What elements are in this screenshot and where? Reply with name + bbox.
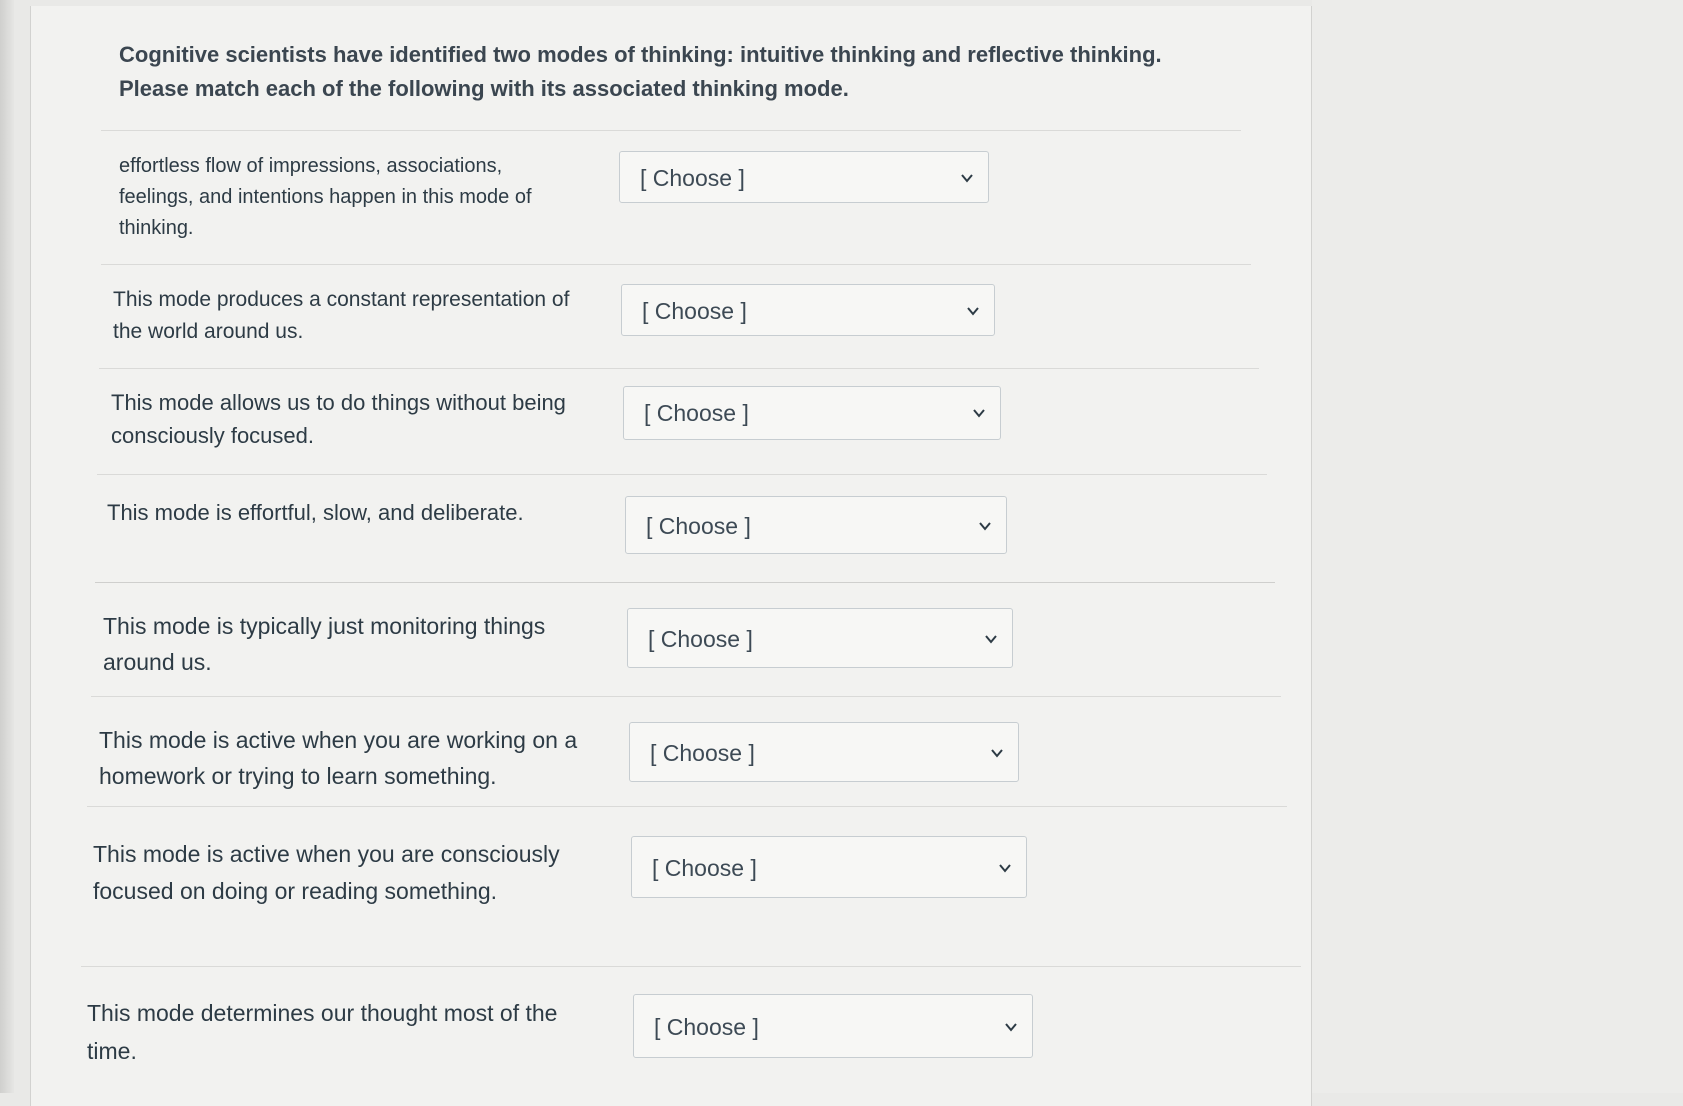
dropdown-selected-value: [ Choose ] [644, 400, 749, 426]
match-prompt: This mode is active when you are working… [99, 727, 578, 789]
answer-dropdown[interactable]: [ Choose ] [623, 386, 1001, 440]
dropdown-selected-value: [ Choose ] [642, 298, 747, 324]
question-text: Cognitive scientists have identified two… [119, 42, 1162, 101]
match-prompt: This mode is effortful, slow, and delibe… [107, 500, 524, 525]
chevron-down-icon [960, 171, 974, 185]
match-prompt: This mode is typically just monitoring t… [103, 613, 546, 675]
match-prompt: This mode is active when you are conscio… [93, 841, 560, 904]
divider [101, 264, 1251, 265]
chevron-down-icon [984, 632, 998, 646]
answer-dropdown[interactable]: [ Choose ] [625, 496, 1007, 554]
divider [101, 130, 1241, 131]
page-background-right [1312, 0, 1683, 1093]
dropdown-selected-value: [ Choose ] [640, 165, 745, 191]
dropdown-selected-value: [ Choose ] [650, 740, 755, 766]
chevron-down-icon [966, 304, 980, 318]
answer-dropdown[interactable]: [ Choose ] [631, 836, 1027, 898]
matching-question-panel: Cognitive scientists have identified two… [30, 6, 1312, 1106]
chevron-down-icon [978, 519, 992, 533]
match-prompt: effortless flow of impressions, associat… [119, 155, 532, 239]
chevron-down-icon [972, 406, 986, 420]
dropdown-selected-value: [ Choose ] [646, 513, 751, 539]
answer-dropdown[interactable]: [ Choose ] [627, 608, 1013, 668]
chevron-down-icon [1004, 1020, 1018, 1034]
divider [95, 582, 1275, 583]
divider [91, 696, 1281, 697]
chevron-down-icon [990, 746, 1004, 760]
divider [99, 368, 1259, 369]
divider [97, 474, 1267, 475]
divider [87, 806, 1287, 807]
dropdown-selected-value: [ Choose ] [654, 1014, 759, 1040]
chevron-down-icon [998, 861, 1012, 875]
dropdown-selected-value: [ Choose ] [652, 855, 757, 881]
divider [81, 966, 1301, 967]
answer-dropdown[interactable]: [ Choose ] [629, 722, 1019, 782]
answer-dropdown[interactable]: [ Choose ] [619, 151, 989, 203]
answer-dropdown[interactable]: [ Choose ] [621, 284, 995, 336]
match-prompt: This mode produces a constant representa… [113, 288, 570, 343]
dropdown-selected-value: [ Choose ] [648, 626, 753, 652]
screen-edge [0, 0, 14, 1093]
answer-dropdown[interactable]: [ Choose ] [633, 994, 1033, 1058]
match-prompt: This mode allows us to do things without… [111, 390, 566, 448]
match-prompt: This mode determines our thought most of… [87, 1000, 558, 1064]
